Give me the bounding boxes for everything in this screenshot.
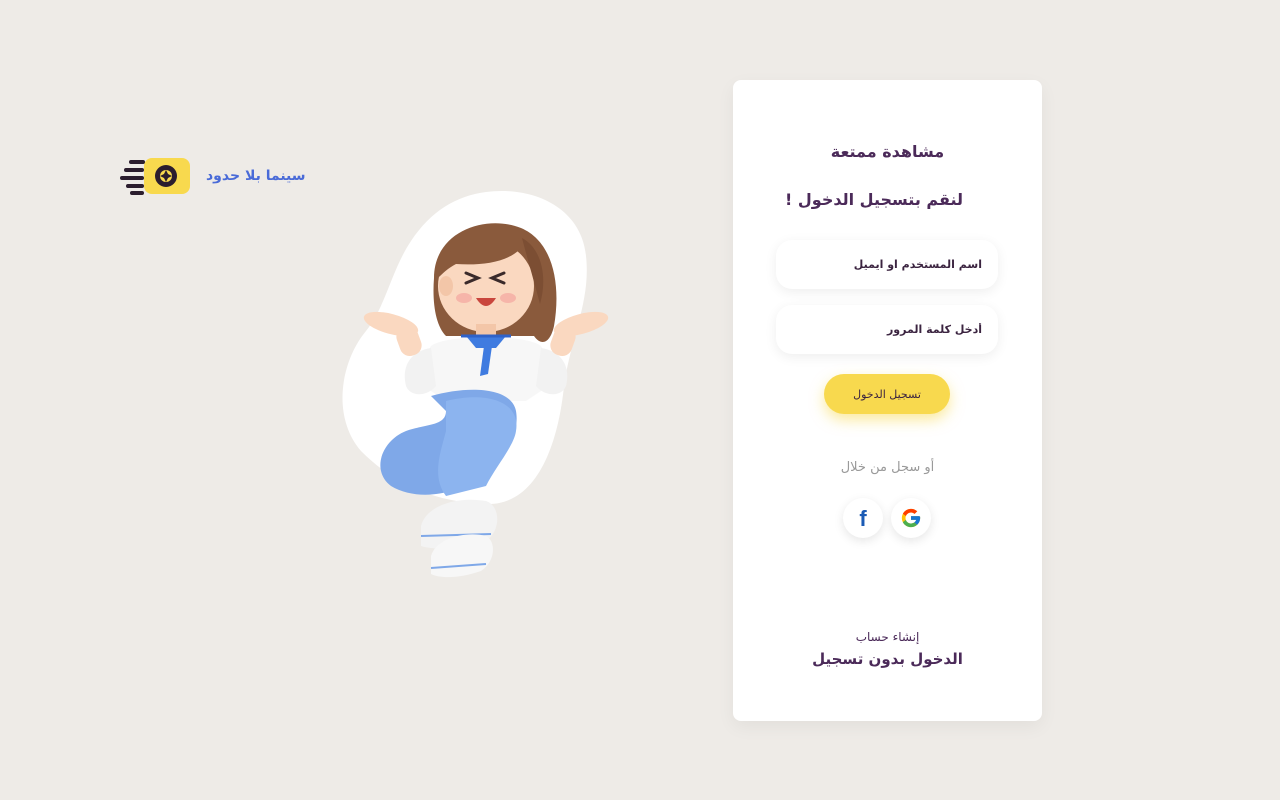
google-icon <box>901 508 921 528</box>
password-input[interactable] <box>776 305 998 354</box>
facebook-icon: f <box>859 506 867 531</box>
brand-logo[interactable]: سينما بلا حدود <box>120 156 306 196</box>
brand-name: سينما بلا حدود <box>206 168 306 184</box>
facebook-login-button[interactable]: f <box>843 498 883 538</box>
card-title: مشاهدة ممتعة <box>830 142 945 161</box>
card-subtitle: لنقم بتسجيل الدخول ! <box>785 190 963 209</box>
username-input[interactable] <box>776 240 998 289</box>
camera-aperture-icon <box>120 158 190 195</box>
login-card: مشاهدة ممتعة لنقم بتسجيل الدخول ! تسجيل … <box>733 80 1042 721</box>
create-account-link[interactable]: إنشاء حساب <box>733 630 1042 644</box>
google-login-button[interactable] <box>891 498 931 538</box>
shrugging-girl-illustration <box>342 190 609 578</box>
login-page: سينما بلا حدود مشاهدة ممتعة لنقم بتسجيل … <box>0 0 1280 800</box>
or-divider-text: أو سجل من خلال <box>840 460 935 475</box>
password-field[interactable] <box>776 305 998 354</box>
username-field[interactable] <box>776 240 998 289</box>
guest-login-link[interactable]: الدخول بدون تسجيل <box>733 650 1042 668</box>
login-button[interactable]: تسجيل الدخول <box>824 374 950 414</box>
